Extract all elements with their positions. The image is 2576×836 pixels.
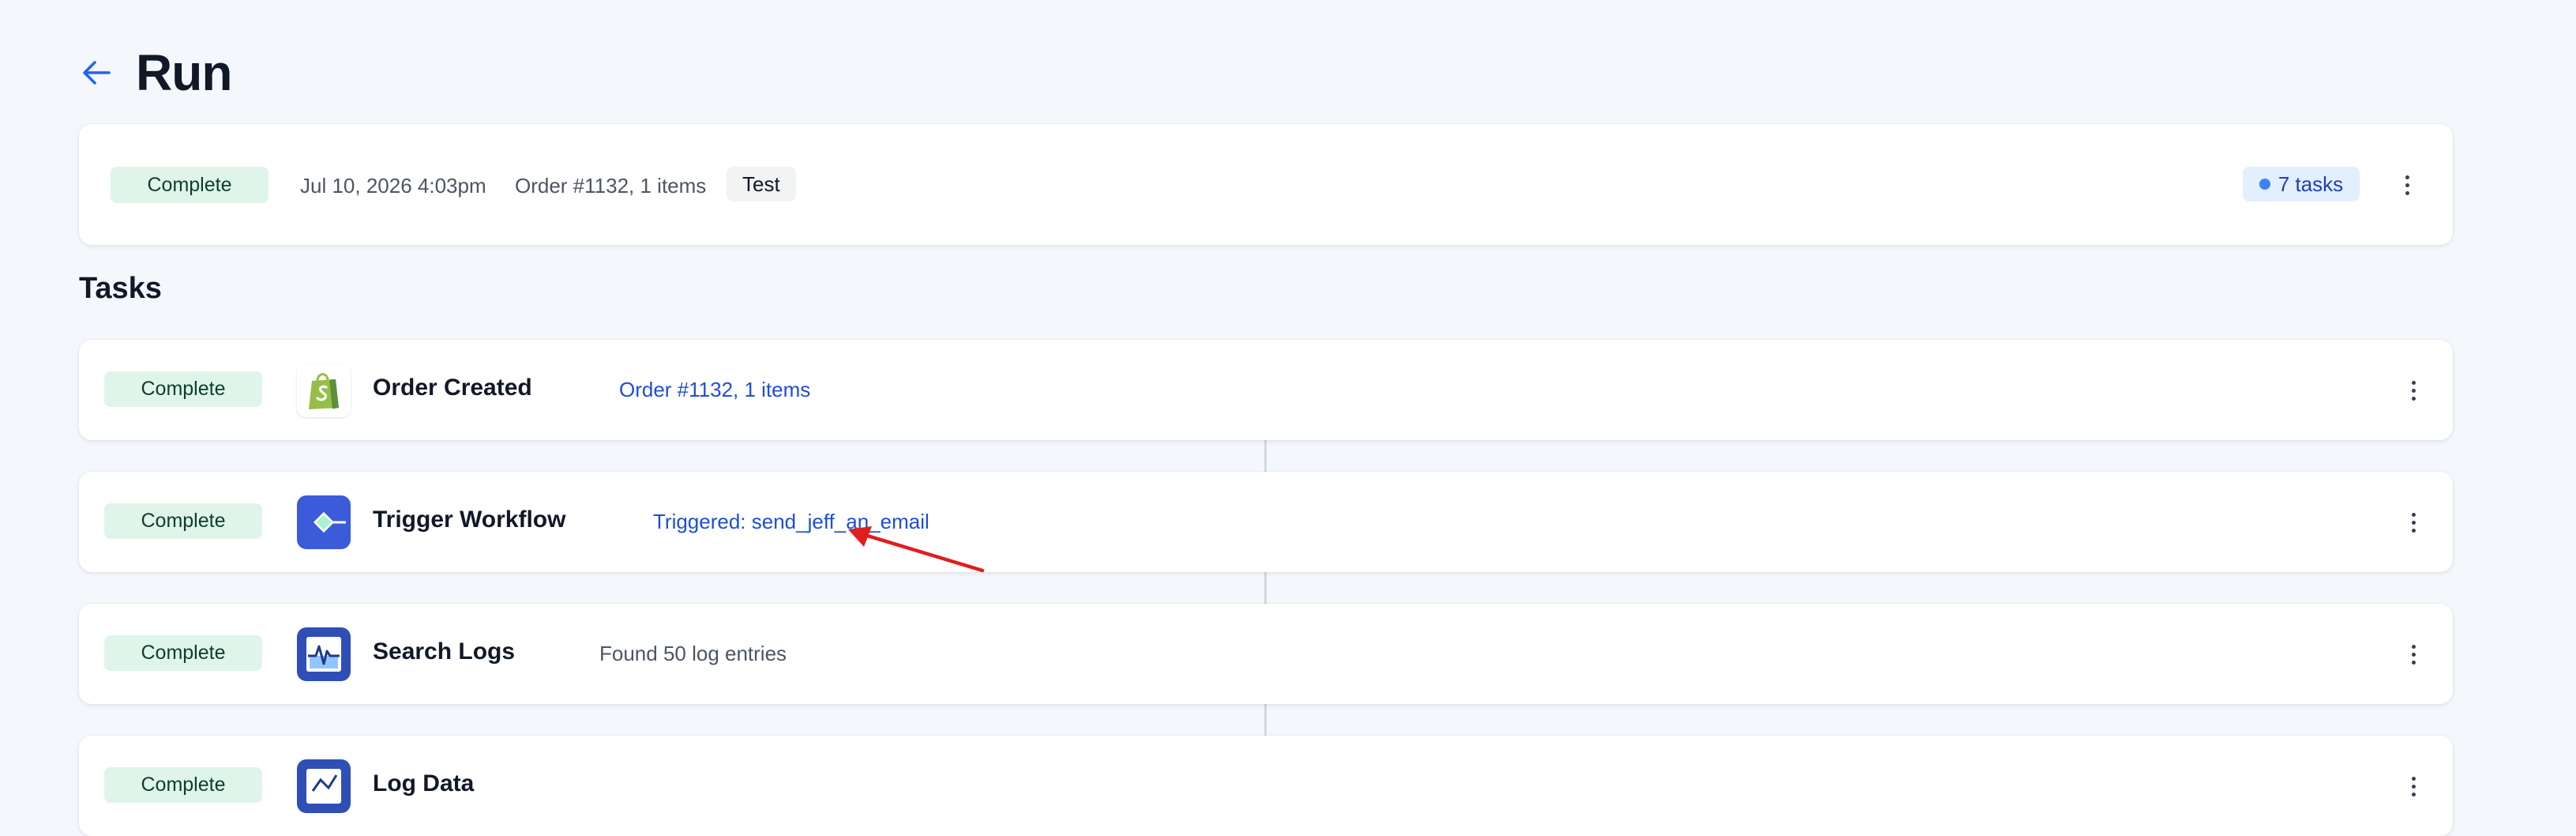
tasks-count-pill[interactable]: 7 tasks [2243, 167, 2360, 201]
task-title: Search Logs [373, 638, 516, 665]
status-badge: Complete [104, 503, 262, 539]
log-data-icon [297, 759, 351, 813]
dot-icon [2411, 520, 2416, 525]
dot-icon [2411, 512, 2416, 517]
page-title: Run [136, 44, 232, 101]
task-more-menu-button[interactable] [2398, 770, 2429, 802]
task-row[interactable]: Complete Log Data [79, 736, 2453, 836]
task-title: Trigger Workflow [373, 506, 566, 533]
dot-icon [2411, 776, 2416, 781]
task-row[interactable]: Complete Trigger Workflow Triggered: sen… [79, 472, 2453, 572]
log-activity-icon [297, 627, 351, 681]
dot-icon [2411, 528, 2416, 533]
tasks-count-label: 7 tasks [2277, 171, 2344, 196]
dot-icon [2411, 652, 2416, 657]
dot-icon [2411, 396, 2416, 401]
dot-icon [2411, 644, 2416, 649]
dot-icon [2405, 183, 2409, 187]
task-row[interactable]: Complete Search Logs Found 50 log entrie… [79, 604, 2453, 704]
task-more-menu-button[interactable] [2398, 375, 2429, 406]
workflow-trigger-icon [297, 495, 351, 549]
dot-icon [2411, 660, 2416, 665]
back-button[interactable] [79, 55, 114, 90]
annotation-arrow-icon [848, 526, 985, 573]
dot-icon [2411, 784, 2416, 789]
run-date: Jul 10, 2026 4:03pm [300, 174, 486, 198]
status-badge: Complete [111, 167, 268, 203]
task-title: Log Data [373, 770, 475, 796]
dot-icon [2405, 175, 2409, 179]
status-badge: Complete [104, 767, 262, 803]
task-more-menu-button[interactable] [2398, 506, 2429, 538]
task-more-menu-button[interactable] [2398, 638, 2429, 670]
status-badge: Complete [104, 635, 262, 671]
task-connector [1264, 704, 1267, 736]
run-summary-card: Complete Jul 10, 2026 4:03pm Order #1132… [79, 124, 2453, 245]
status-badge: Complete [104, 371, 262, 407]
task-detail-link[interactable]: Order #1132, 1 items [619, 378, 810, 402]
task-title: Order Created [373, 375, 532, 401]
dot-icon [2411, 792, 2416, 796]
dot-icon [2411, 388, 2416, 393]
task-row[interactable]: Complete Order Created Order #1132, 1 it… [79, 340, 2453, 440]
arrow-left-icon [83, 61, 111, 85]
dot-icon [2405, 190, 2409, 195]
run-more-menu-button[interactable] [2391, 169, 2423, 201]
status-dot-icon [2259, 179, 2270, 190]
tasks-section-title: Tasks [79, 272, 162, 305]
dot-icon [2411, 380, 2416, 385]
run-order: Order #1132, 1 items [515, 174, 707, 198]
task-detail-text: Found 50 log entries [599, 642, 787, 665]
task-connector [1264, 572, 1267, 604]
test-tag: Test [727, 167, 796, 201]
page-header: Run [79, 41, 232, 104]
shopify-bag-icon [297, 363, 351, 417]
task-connector [1264, 440, 1267, 472]
